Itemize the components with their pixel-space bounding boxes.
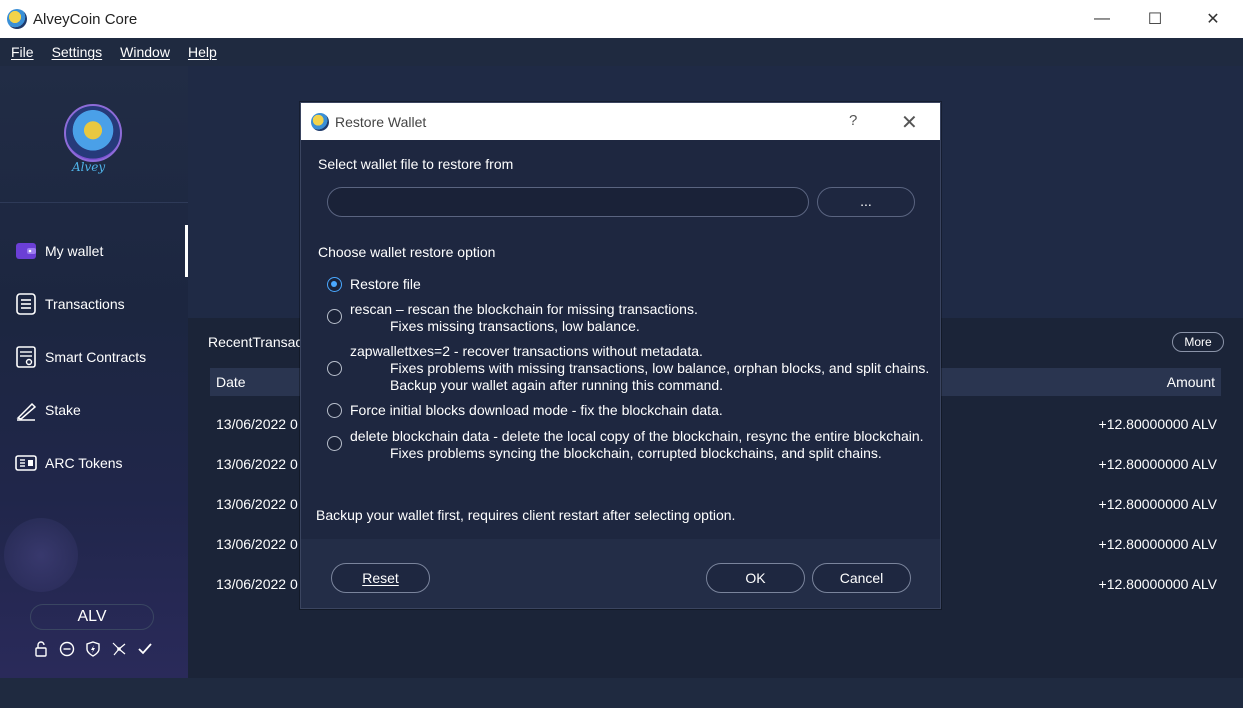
row-date: 13/06/2022 0: [216, 536, 298, 552]
cancel-button[interactable]: Cancel: [812, 563, 911, 593]
alvey-logo: [64, 104, 122, 162]
radio-button[interactable]: [327, 277, 342, 292]
contract-icon: [15, 346, 37, 368]
sidebar-item-label: My wallet: [45, 243, 104, 259]
stake-icon: [15, 399, 37, 421]
sidebar-item-my-wallet[interactable]: My wallet: [0, 225, 188, 277]
list-icon: [15, 293, 37, 315]
menu-file[interactable]: File: [11, 44, 34, 60]
dialog-help-button[interactable]: ?: [849, 112, 857, 129]
option-description: Fixes problems syncing the blockchain, c…: [390, 445, 882, 461]
menu-bar: File Settings Window Help: [0, 38, 1243, 66]
option-label: Force initial blocks download mode - fix…: [350, 402, 723, 418]
option-description: Backup your wallet again after running t…: [390, 377, 724, 393]
sidebar-item-label: Smart Contracts: [45, 349, 147, 365]
sidebar-item-label: Stake: [45, 402, 81, 418]
more-button[interactable]: More: [1172, 332, 1224, 352]
dialog-titlebar: Restore Wallet ? ✕: [301, 103, 940, 140]
wallet-icon: [15, 240, 37, 262]
check-icon[interactable]: [136, 640, 154, 658]
radio-button[interactable]: [327, 436, 342, 451]
tokens-icon: [15, 452, 37, 474]
reset-button[interactable]: Reset: [331, 563, 430, 593]
restore-option-label: Choose wallet restore option: [318, 244, 496, 260]
watermark-logo: [4, 518, 78, 592]
select-file-label: Select wallet file to restore from: [318, 156, 514, 172]
network-icon[interactable]: [110, 640, 128, 658]
sidebar-item-arc-tokens[interactable]: ARC Tokens: [0, 437, 188, 489]
wallet-file-path-input[interactable]: [327, 187, 809, 217]
row-amount: +12.80000000 ALV: [1098, 576, 1217, 592]
option-description: Fixes problems with missing transactions…: [390, 360, 930, 376]
logo-text: Alvey: [72, 160, 106, 174]
app-logo-icon: [7, 9, 27, 29]
row-date: 13/06/2022 0: [216, 496, 298, 512]
sidebar-item-stake[interactable]: Stake: [0, 384, 188, 436]
column-amount[interactable]: Amount: [1167, 374, 1215, 390]
sidebar-item-label: ARC Tokens: [45, 455, 123, 471]
row-date: 13/06/2022 0: [216, 416, 298, 432]
sidebar-item-transactions[interactable]: Transactions: [0, 278, 188, 330]
recent-transactions-title: RecentTransact: [208, 334, 307, 350]
row-date: 13/06/2022 0: [216, 456, 298, 472]
option-description: Fixes missing transactions, low balance.: [390, 318, 640, 334]
row-amount: +12.80000000 ALV: [1098, 496, 1217, 512]
menu-window[interactable]: Window: [120, 44, 170, 60]
status-bar: [0, 678, 1243, 708]
column-date[interactable]: Date: [216, 374, 246, 390]
row-amount: +12.80000000 ALV: [1098, 456, 1217, 472]
shield-icon[interactable]: [84, 640, 102, 658]
minus-circle-icon[interactable]: [58, 640, 76, 658]
option-label: rescan – rescan the blockchain for missi…: [350, 301, 698, 317]
radio-button[interactable]: [327, 309, 342, 324]
radio-button[interactable]: [327, 403, 342, 418]
dialog-title: Restore Wallet: [335, 114, 427, 130]
lock-icon[interactable]: [32, 640, 50, 658]
option-label: zapwallettxes=2 - recover transactions w…: [350, 343, 703, 359]
option-label: Restore file: [350, 276, 421, 292]
ok-button[interactable]: OK: [706, 563, 805, 593]
restore-wallet-dialog: Restore Wallet ? ✕ Select wallet file to…: [300, 102, 941, 609]
dialog-close-button[interactable]: ✕: [901, 110, 918, 135]
minimize-button[interactable]: —: [1077, 0, 1127, 38]
app-logo-icon: [311, 113, 329, 131]
browse-button[interactable]: ...: [817, 187, 915, 217]
close-button[interactable]: ✕: [1188, 0, 1238, 38]
radio-button[interactable]: [327, 361, 342, 376]
sidebar-divider: [0, 202, 188, 203]
row-amount: +12.80000000 ALV: [1098, 536, 1217, 552]
sidebar-item-label: Transactions: [45, 296, 125, 312]
window-title: AlveyCoin Core: [33, 11, 138, 28]
row-amount: +12.80000000 ALV: [1098, 416, 1217, 432]
status-icons: [32, 640, 154, 658]
window-titlebar: AlveyCoin Core — ☐ ✕: [0, 0, 1243, 38]
option-label: delete blockchain data - delete the loca…: [350, 428, 924, 444]
unit-selector[interactable]: ALV: [30, 604, 154, 630]
sidebar: Alvey My wallet Transactions Smart Contr…: [0, 66, 188, 678]
maximize-button[interactable]: ☐: [1130, 0, 1180, 38]
menu-help[interactable]: Help: [188, 44, 217, 60]
sidebar-item-smart-contracts[interactable]: Smart Contracts: [0, 331, 188, 383]
backup-warning: Backup your wallet first, requires clien…: [316, 507, 736, 523]
menu-settings[interactable]: Settings: [52, 44, 103, 60]
row-date: 13/06/2022 0: [216, 576, 298, 592]
dialog-button-bar: Reset OK Cancel: [301, 539, 940, 608]
